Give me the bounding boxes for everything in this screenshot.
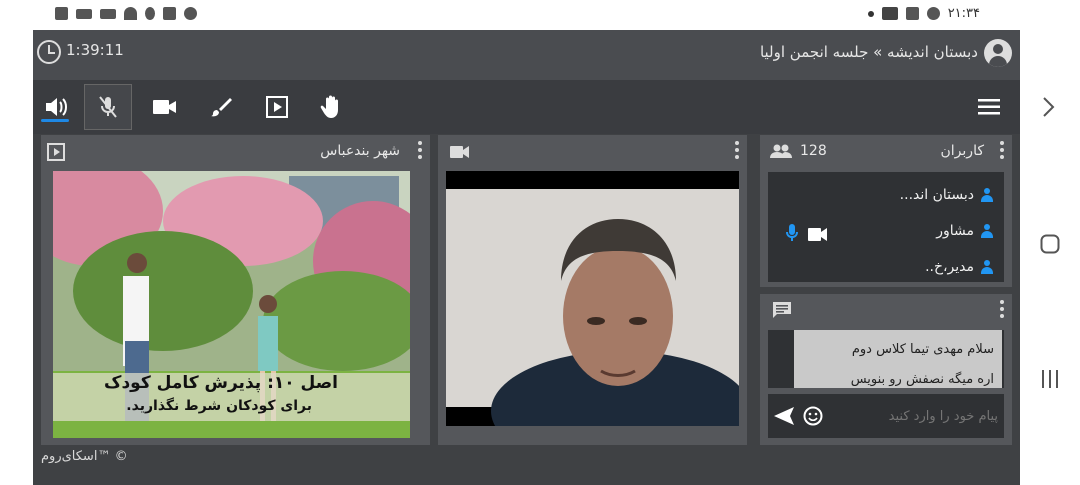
mute-icon — [163, 7, 176, 20]
main-menu-button[interactable] — [965, 84, 1013, 130]
chat-more-icon[interactable] — [1000, 300, 1004, 318]
session-timer: 1:39:11 — [66, 41, 124, 59]
status-bar: ۲۱:۳۴ — [33, 0, 1020, 30]
hand-icon — [320, 95, 338, 118]
user-name: مشاور — [936, 223, 974, 239]
user-row[interactable]: دبستان اند... — [900, 184, 994, 206]
app-screen: ۲۱:۳۴ 1:39:11 دبستان اندیشه » جلسه انجمن… — [33, 0, 1020, 485]
alarm-icon — [184, 7, 197, 20]
app-footer: اسکای‌روم™ © — [33, 444, 1020, 485]
whiteboard-button[interactable] — [197, 84, 245, 130]
chat-message-line: اره میگه نصفش رو بنویس — [850, 372, 994, 387]
clock-icon — [37, 40, 61, 64]
chat-message-line: سلام مهدی تیما کلاس دوم — [851, 342, 994, 357]
person-icon — [980, 188, 994, 202]
users-more-icon[interactable] — [1000, 141, 1004, 159]
brush-icon — [211, 98, 232, 117]
status-time: ۲۱:۳۴ — [947, 6, 980, 21]
gallery-icon — [905, 7, 919, 20]
chat-message-input[interactable] — [834, 402, 998, 430]
presenter-video-frame — [446, 171, 739, 426]
menu-icon — [978, 99, 1000, 115]
session-header: 1:39:11 دبستان اندیشه » جلسه انجمن اولیا — [33, 30, 1020, 80]
sim-icon — [55, 7, 68, 20]
slide-title: اصل ۱۰: پذیرش کامل کودک — [104, 373, 338, 393]
presentation-slide: اصل ۱۰: پذیرش کامل کودک برای کودکان شرط … — [53, 171, 410, 438]
user-row[interactable]: مدیر،خ.. — [925, 256, 994, 278]
camera-button[interactable] — [141, 84, 189, 130]
media-player-button[interactable] — [253, 84, 301, 130]
status-icons-right: ۲۱:۳۴ — [867, 6, 980, 21]
chat-messages: سلام مهدی تیما کلاس دوم اره میگه نصفش رو… — [768, 330, 1004, 388]
slide-subtitle: برای کودکان شرط نگذارید. — [126, 398, 312, 414]
mic-off-icon — [99, 96, 117, 118]
speaker-active-indicator — [41, 119, 69, 122]
android-nav-bar — [1020, 0, 1080, 485]
brand-footer: اسکای‌روم™ © — [41, 449, 128, 464]
mic-toggle-button[interactable] — [84, 84, 132, 130]
user-name: مدیر،خ.. — [925, 259, 974, 275]
presentation-panel: شهر بندعباس اصل ۱۰: پذیرش کامل کودک برای… — [41, 135, 430, 445]
user-row[interactable]: مشاور — [936, 220, 994, 242]
person-icon — [980, 260, 994, 274]
webcam-video — [446, 171, 739, 426]
wifi-icon — [124, 7, 137, 20]
chat-panel: سلام مهدی تیما کلاس دوم اره میگه نصفش رو… — [760, 294, 1012, 445]
users-panel: 128 کاربران دبستان اند... مشاور مدیر،خ.. — [760, 135, 1012, 287]
chevron-right-icon[interactable] — [1042, 96, 1056, 118]
speaker-icon — [46, 98, 67, 116]
camera-icon — [153, 100, 176, 114]
phone-frame: ۲۱:۳۴ 1:39:11 دبستان اندیشه » جلسه انجمن… — [0, 0, 1080, 485]
whatsapp-icon — [926, 7, 940, 20]
users-panel-header: 128 کاربران — [760, 135, 1012, 167]
toolbar — [33, 80, 1020, 134]
chat-panel-header — [760, 294, 1012, 326]
person-icon — [980, 224, 994, 238]
notification-dot — [867, 10, 874, 17]
status-icons-left — [55, 7, 197, 20]
presentation-panel-header: شهر بندعباس — [41, 135, 430, 167]
send-icon[interactable] — [774, 407, 794, 425]
user-mic-icon — [786, 224, 798, 241]
user-avatar-icon[interactable] — [984, 39, 1012, 67]
raise-hand-button[interactable] — [307, 84, 355, 130]
video-camera-icon — [450, 146, 469, 158]
presentation-more-icon[interactable] — [418, 141, 422, 159]
session-title: دبستان اندیشه » جلسه انجمن اولیا — [759, 43, 978, 61]
chat-icon — [773, 302, 791, 318]
signal-icon-2 — [100, 8, 116, 19]
users-count: 128 — [800, 143, 827, 159]
location-icon — [145, 7, 155, 20]
presentation-play-icon[interactable] — [47, 143, 65, 161]
youtube-icon — [881, 7, 898, 20]
chat-input-bar — [768, 394, 1004, 438]
signal-icon — [76, 8, 92, 19]
users-list: دبستان اند... مشاور مدیر،خ.. — [768, 172, 1004, 282]
video-panel-header — [438, 135, 747, 167]
home-icon[interactable] — [1040, 234, 1060, 254]
video-more-icon[interactable] — [735, 141, 739, 159]
emoji-icon[interactable] — [803, 406, 823, 426]
users-panel-title: کاربران — [940, 143, 984, 159]
speaker-button[interactable] — [33, 84, 81, 130]
user-name: دبستان اند... — [899, 187, 974, 203]
presentation-title: شهر بندعباس — [320, 143, 400, 159]
user-camera-icon — [808, 228, 827, 241]
users-group-icon — [770, 144, 792, 158]
play-icon — [266, 96, 288, 118]
chat-message: سلام مهدی تیما کلاس دوم اره میگه نصفش رو… — [794, 330, 1002, 388]
recent-apps-icon[interactable] — [1040, 368, 1060, 390]
video-panel — [438, 135, 747, 445]
